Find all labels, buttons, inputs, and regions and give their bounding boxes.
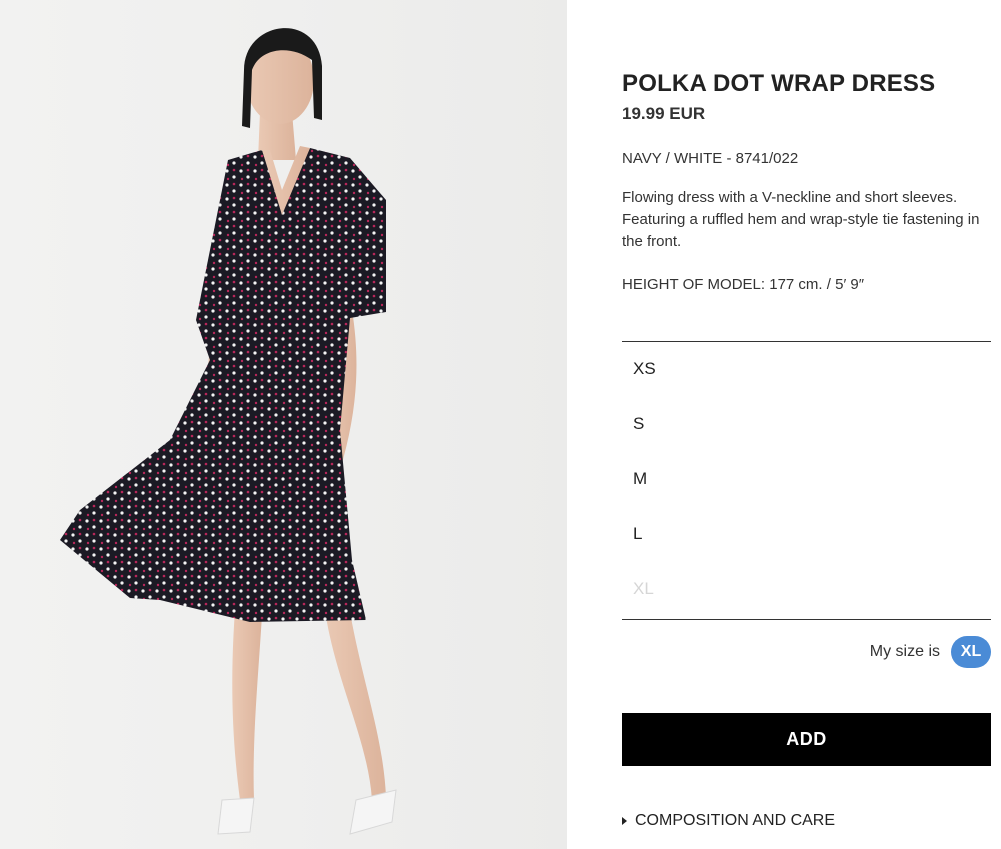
composition-and-care-label: COMPOSITION AND CARE	[635, 812, 836, 829]
my-size-recommendation[interactable]: My size is XL	[870, 636, 991, 668]
product-description: Flowing dress with a V-neckline and shor…	[622, 189, 980, 250]
add-to-cart-button[interactable]: ADD	[622, 713, 991, 766]
size-option-m[interactable]: M	[633, 469, 647, 489]
model-illustration	[60, 28, 397, 835]
size-option-xl: XL	[633, 579, 654, 598]
my-size-label: My size is	[869, 643, 940, 660]
size-option-s[interactable]: S	[633, 414, 644, 434]
product-price: 19.99 EUR	[622, 104, 706, 123]
composition-and-care-toggle[interactable]: COMPOSITION AND CARE	[622, 812, 835, 830]
product-image[interactable]	[0, 0, 567, 849]
product-title: POLKA DOT WRAP DRESS	[622, 70, 936, 97]
my-size-badge[interactable]: XL	[951, 636, 991, 668]
size-option-xs[interactable]: XS	[633, 359, 656, 379]
size-selector: XS S M L XL	[622, 341, 991, 620]
size-option-l[interactable]: L	[633, 524, 642, 544]
color-reference: NAVY / WHITE - 8741/022	[622, 150, 799, 167]
caret-right-icon	[622, 817, 627, 825]
product-page: POLKA DOT WRAP DRESS 19.99 EUR NAVY / WH…	[0, 0, 1001, 849]
model-height: HEIGHT OF MODEL: 177 cm. / 5′ 9″	[622, 276, 865, 293]
